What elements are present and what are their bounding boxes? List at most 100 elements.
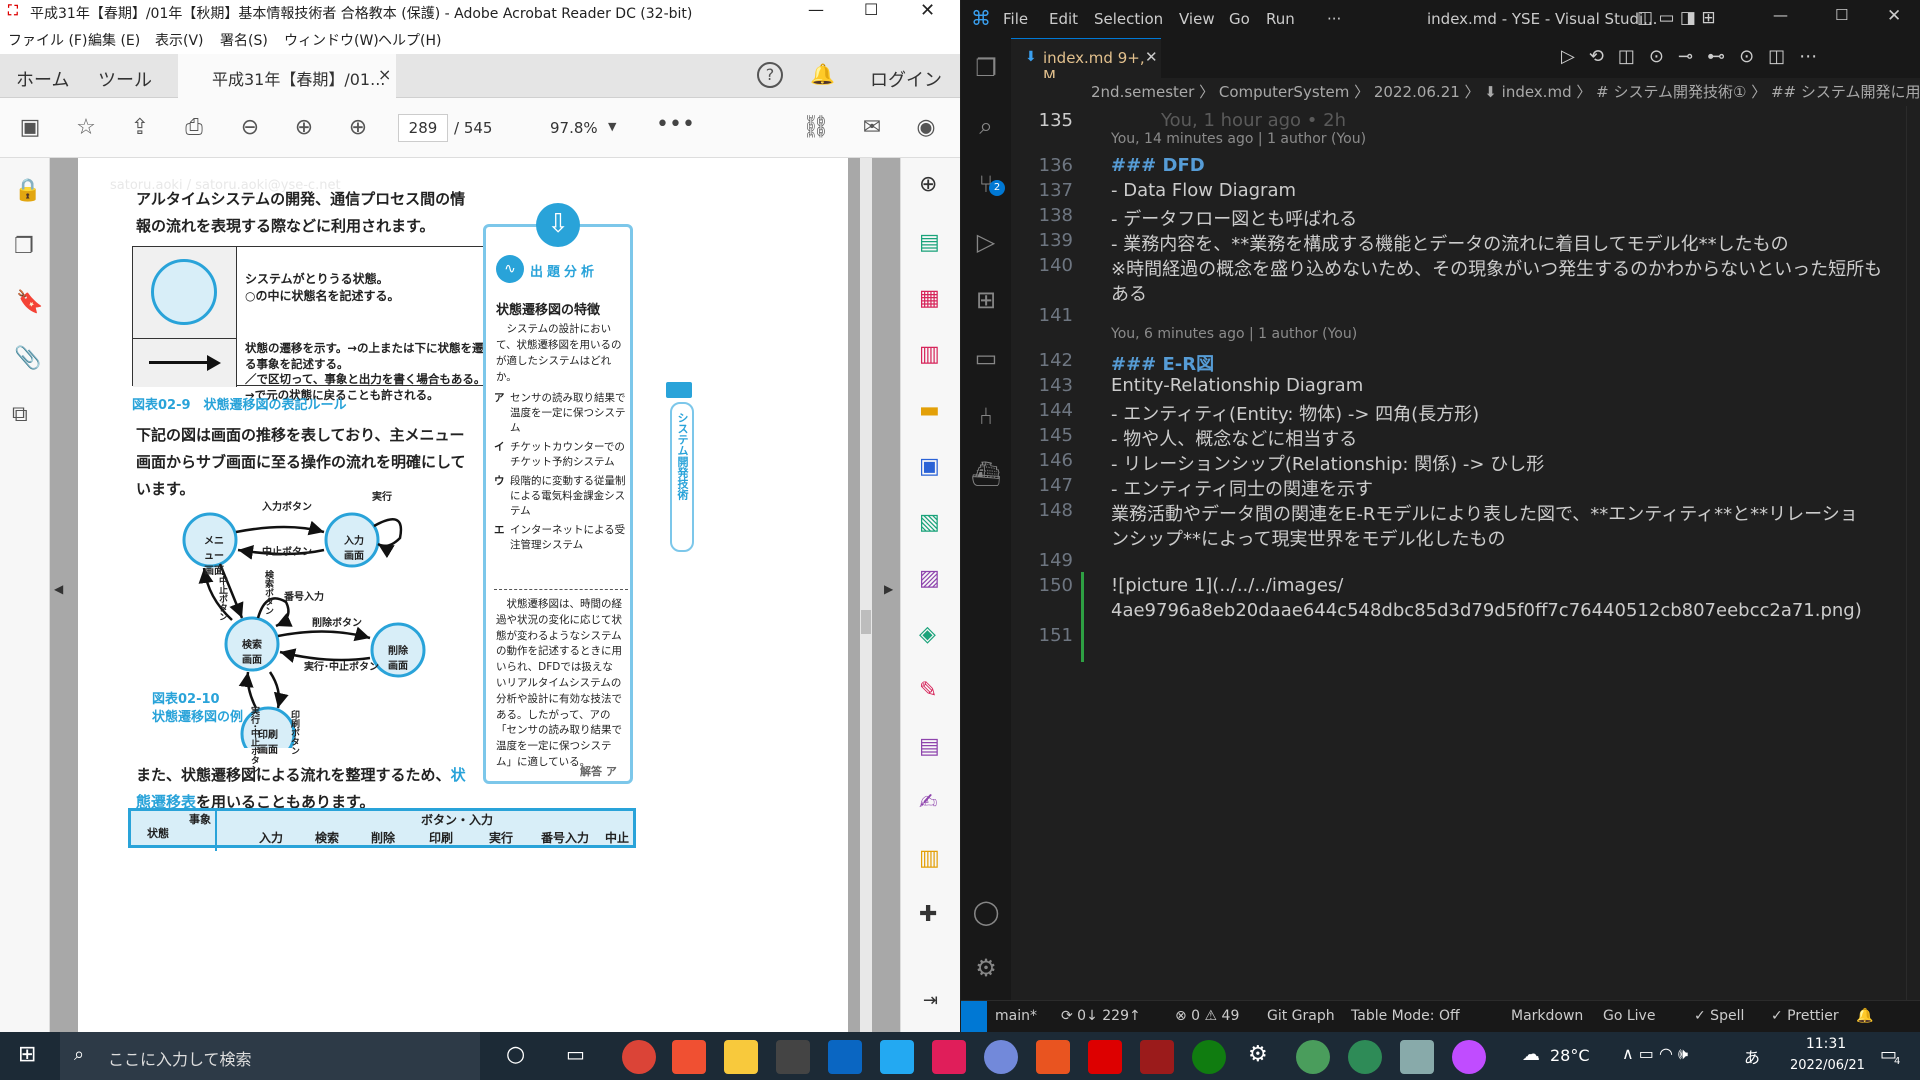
send-comments-icon[interactable]: ▥	[919, 846, 940, 871]
link-icon[interactable]: ⛓	[800, 112, 832, 144]
code-line[interactable]: ![picture 1](../../../images/	[1111, 575, 1343, 596]
bell-icon[interactable]: 🔔	[810, 62, 835, 86]
layout-icons[interactable]: ◫ ▭ ◨ ⊞	[1637, 8, 1716, 28]
tab-home[interactable]: ホーム	[16, 66, 69, 92]
code-line[interactable]: - リレーションシップ(Relationship: 関係) -> ひし形	[1111, 450, 1544, 476]
menu-file[interactable]: File	[1003, 10, 1028, 28]
menu-selection[interactable]: Selection	[1094, 10, 1163, 28]
settings-icon[interactable]: ⚙	[1248, 1042, 1268, 1067]
menu-run[interactable]: Run	[1266, 10, 1295, 28]
search-icon[interactable]: ⌕	[961, 102, 1011, 150]
pages-icon[interactable]: ❐	[14, 234, 34, 259]
protect-icon[interactable]: ▤	[919, 734, 940, 759]
run-debug-icon[interactable]: ▷	[961, 218, 1011, 266]
export-pdf-icon[interactable]: ▤	[919, 230, 940, 255]
code-line[interactable]: - エンティティ同士の関連を示す	[1111, 475, 1373, 501]
game-app-icon[interactable]	[1140, 1040, 1174, 1074]
git-sync[interactable]: ⟳ 0↓ 229↑	[1061, 1008, 1141, 1024]
explorer-icon[interactable]: ❐	[961, 44, 1011, 92]
more-tools-icon[interactable]: ✚	[919, 902, 937, 927]
weather-icon[interactable]: ☁	[1522, 1044, 1540, 1065]
fill-sign-icon[interactable]: ✍	[919, 790, 937, 815]
menu-help[interactable]: ヘルプ(H)	[378, 30, 441, 50]
menu-go[interactable]: Go	[1229, 10, 1250, 28]
clock-date[interactable]: 2022/06/21	[1790, 1058, 1865, 1073]
zoom-out-icon[interactable]: ⊖	[234, 112, 266, 144]
minimap-scrollbar[interactable]	[1906, 106, 1920, 1000]
tab-index-md[interactable]: ⬇ index.md 9+, M ✕	[1011, 38, 1161, 85]
edit-pdf-icon[interactable]: ▥	[919, 342, 940, 367]
layers-icon[interactable]: ⧉	[12, 402, 28, 427]
git-blame-annotation[interactable]: You, 14 minutes ago | 1 author (You)	[1111, 131, 1366, 147]
account-icon[interactable]: ◯	[961, 888, 1011, 936]
chrome-canary-icon[interactable]	[1348, 1040, 1382, 1074]
maximize-button[interactable]: ☐	[864, 0, 878, 19]
taskbar-search[interactable]: ⌕ ここに入力して検索	[60, 1032, 480, 1080]
window-app-icon[interactable]	[828, 1040, 862, 1074]
windows-start-icon[interactable]: ⊞	[18, 1042, 36, 1067]
lock-icon[interactable]: 🔒	[14, 178, 41, 203]
zoom-icon[interactable]: ⊕	[919, 172, 937, 197]
remote-indicator[interactable]	[961, 1001, 987, 1032]
remote-explorer-icon[interactable]: ▭	[961, 334, 1011, 382]
code-line[interactable]: ### DFD	[1111, 155, 1205, 176]
prev-page-icon[interactable]: ◀	[54, 582, 63, 596]
tab-close-icon[interactable]: ×	[378, 65, 391, 84]
code-line[interactable]: 業務活動やデータ間の関連をE-Rモデルにより表した図で、**エンティティ**と*…	[1111, 500, 1858, 526]
next-page-icon[interactable]: ▶	[884, 582, 893, 596]
code-line[interactable]: ある	[1111, 280, 1147, 306]
settings-gear-icon[interactable]: ⚙	[961, 944, 1011, 992]
tab-tools[interactable]: ツール	[98, 66, 152, 92]
editor-area[interactable]: 135 You, 1 hour ago • 2h You, 14 minutes a…	[1011, 106, 1920, 1000]
git-graph-status[interactable]: Git Graph	[1267, 1008, 1335, 1024]
organize-icon[interactable]: ▧	[919, 510, 940, 535]
git-branch[interactable]: main*	[995, 1008, 1037, 1024]
breadcrumb[interactable]: 2nd.semester 〉 ComputerSystem 〉 2022.06.…	[1011, 78, 1920, 106]
editor-actions[interactable]: ▷⟲◫⊙⊸⊷⊙◫⋯	[1561, 46, 1831, 67]
menu-view[interactable]: 表示(V)	[155, 30, 204, 50]
code-line[interactable]: - エンティティ(Entity: 物体) -> 四角(長方形)	[1111, 400, 1479, 426]
code-line[interactable]: Entity-Relationship Diagram	[1111, 375, 1363, 396]
git-icon[interactable]	[672, 1040, 706, 1074]
code-line[interactable]: - 物や人、概念などに相当する	[1111, 425, 1357, 451]
code-line[interactable]: ンシップ**によって現実世界をモデル化したもの	[1111, 525, 1506, 551]
go-live[interactable]: Go Live	[1603, 1008, 1655, 1024]
code-line[interactable]: - 業務内容を、**業務を構成する機能とデータの流れに着目してモデル化**したも…	[1111, 230, 1789, 256]
minimize-button[interactable]: —	[808, 0, 824, 19]
page-number-input[interactable]: 289	[398, 114, 448, 142]
clock-time[interactable]: 11:31	[1790, 1036, 1862, 1052]
notifications-icon[interactable]: 🔔	[1856, 1008, 1873, 1024]
task-view-icon[interactable]: ▭	[566, 1042, 585, 1066]
git-graph-icon[interactable]: ⑃	[961, 392, 1011, 440]
drop-app-icon[interactable]	[1452, 1040, 1486, 1074]
help-icon[interactable]: ?	[757, 62, 783, 88]
table-mode[interactable]: Table Mode: Off	[1351, 1008, 1460, 1024]
menu-edit[interactable]: Edit	[1049, 10, 1078, 28]
menu-more[interactable]: ···	[1327, 10, 1341, 28]
menu-sign[interactable]: 署名(S)	[220, 30, 268, 50]
login-button[interactable]: ログイン	[870, 66, 942, 92]
vertical-scrollbar[interactable]	[860, 158, 872, 1032]
page-down-icon[interactable]: ⊕	[342, 112, 374, 144]
document-view[interactable]: satoru.aoki / satoru.aoki@yse-c.net アルタイ…	[50, 158, 900, 1032]
zoom-dropdown-icon[interactable]: ▼	[608, 120, 616, 133]
comment-icon[interactable]: ▬	[919, 398, 940, 423]
docker-icon[interactable]: ⛴	[961, 450, 1011, 498]
print-icon[interactable]: ⎙	[178, 112, 210, 144]
code-line[interactable]: ### E-R図	[1111, 350, 1214, 376]
zoom-level[interactable]: 97.8%	[550, 119, 598, 137]
create-pdf-icon[interactable]: ▦	[919, 286, 940, 311]
code-line[interactable]: - データフロー図とも呼ばれる	[1111, 205, 1357, 231]
tray-icons[interactable]: ∧ ▭ ◠ 🕪	[1622, 1044, 1688, 1064]
problems[interactable]: ⊗ 0 ⚠ 49	[1175, 1008, 1239, 1024]
combine-icon[interactable]: ▣	[919, 454, 940, 479]
collapse-pane-icon[interactable]: ⇥	[923, 990, 938, 1011]
redact-icon[interactable]: ✎	[919, 678, 937, 703]
attachment-icon[interactable]: 📎	[14, 346, 41, 371]
maximize-button[interactable]: ☐	[1835, 6, 1848, 24]
menu-edit[interactable]: 編集 (E)	[88, 30, 140, 50]
prettier[interactable]: ✓ Prettier	[1771, 1008, 1839, 1024]
extensions-icon[interactable]: ⊞	[961, 276, 1011, 324]
file-explorer-icon[interactable]	[724, 1040, 758, 1074]
language-mode[interactable]: Markdown	[1511, 1008, 1583, 1024]
